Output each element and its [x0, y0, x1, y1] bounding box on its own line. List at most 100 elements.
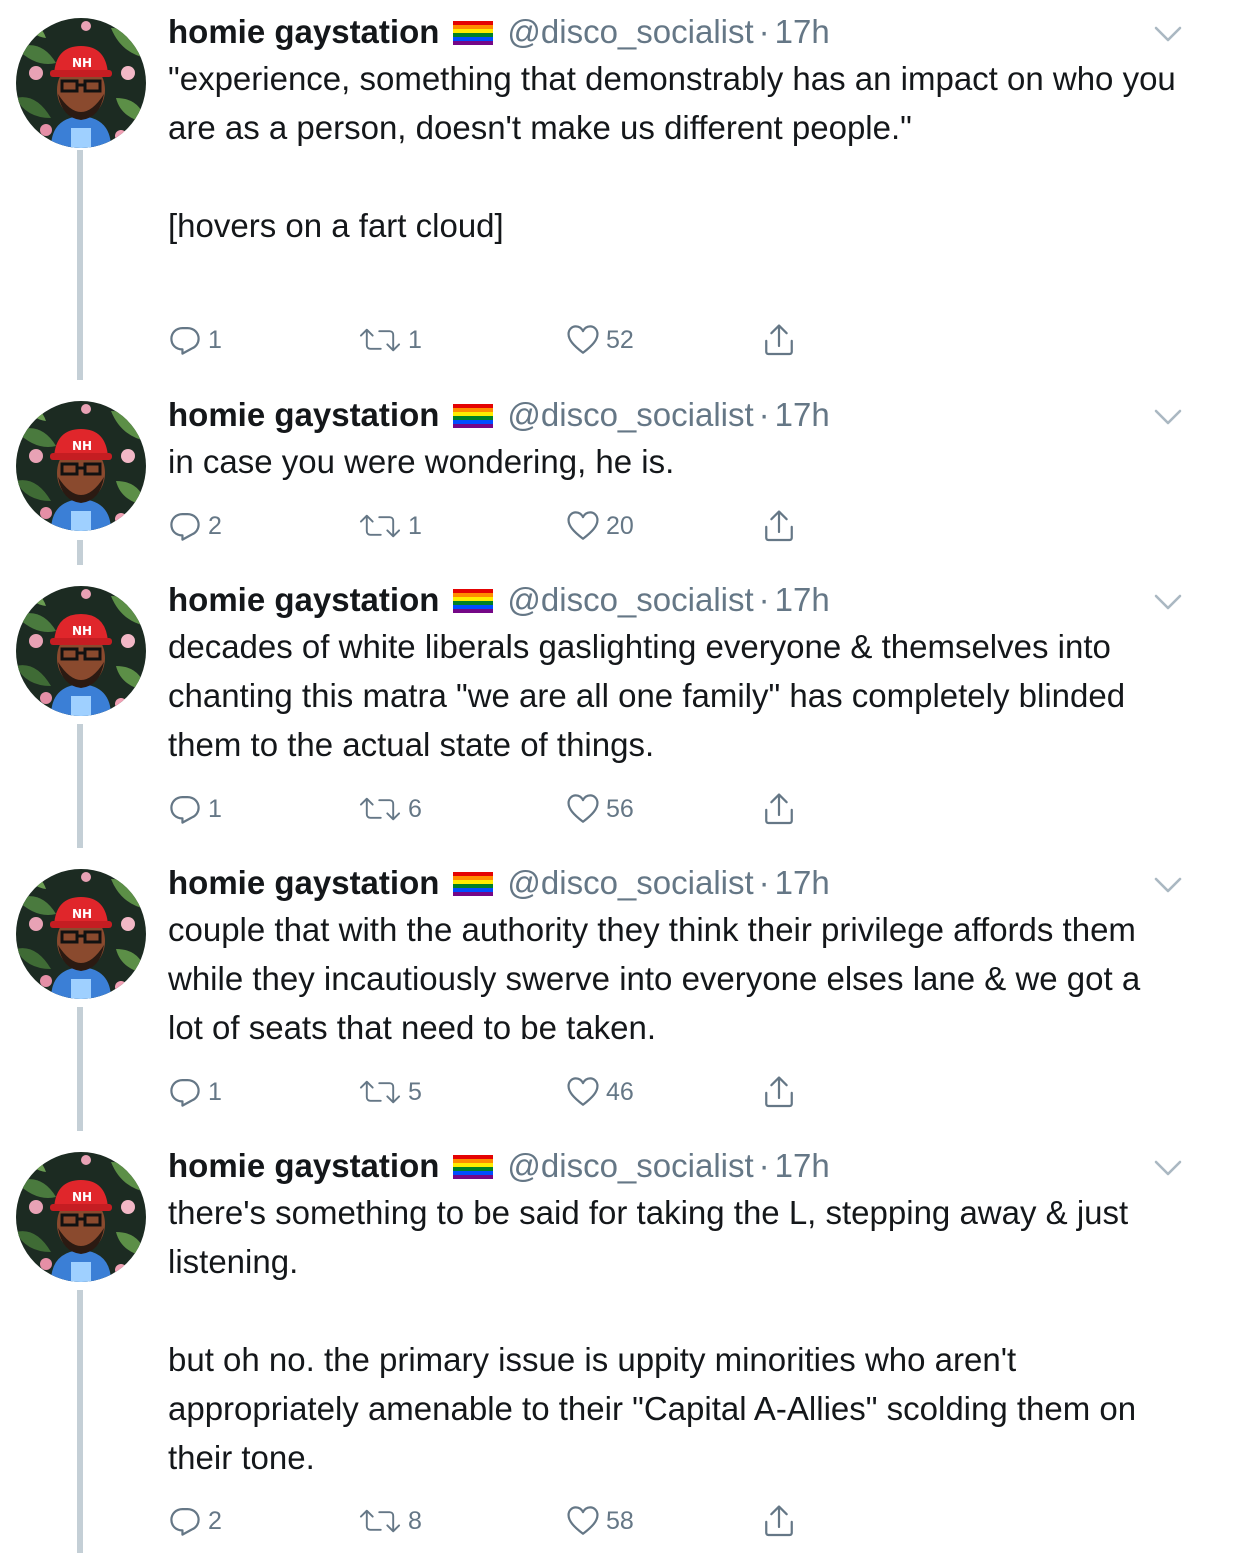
reply-count: 1: [208, 1077, 222, 1106]
tweet[interactable]: homie gaystation @disco_socialist · 17h "exp…: [0, 10, 1236, 380]
heart-icon: [566, 323, 600, 357]
separator-dot: ·: [758, 1147, 770, 1184]
avatar[interactable]: [16, 18, 146, 148]
like-button[interactable]: 58: [566, 1501, 634, 1541]
tweet-actions: 1 1 52: [168, 320, 808, 360]
timestamp[interactable]: 17h: [775, 1147, 830, 1185]
retweet-icon: [358, 1077, 402, 1107]
separator-dot: ·: [758, 864, 770, 901]
reply-count: 1: [208, 325, 222, 354]
reply-button[interactable]: 1: [168, 789, 222, 829]
tweet[interactable]: homie gaystation @disco_socialist · 17h in c…: [0, 393, 1236, 565]
avatar[interactable]: [16, 1152, 146, 1282]
display-name[interactable]: homie gaystation: [168, 396, 439, 434]
like-button[interactable]: 20: [566, 506, 634, 546]
reply-icon: [168, 509, 202, 543]
tweet-actions: 1 5 46: [168, 1072, 808, 1112]
separator-dot: ·: [758, 396, 770, 433]
display-name[interactable]: homie gaystation: [168, 1147, 439, 1185]
user-handle[interactable]: @disco_socialist: [507, 1147, 753, 1185]
rainbow-flag-icon: [453, 21, 493, 45]
chevron-down-icon[interactable]: [1152, 22, 1184, 46]
reply-button[interactable]: 2: [168, 1501, 222, 1541]
heart-icon: [566, 1075, 600, 1109]
retweet-icon: [358, 1506, 402, 1536]
rainbow-flag-icon: [453, 589, 493, 613]
like-button[interactable]: 56: [566, 789, 634, 829]
like-count: 56: [606, 794, 634, 823]
timestamp[interactable]: 17h: [775, 581, 830, 619]
share-button[interactable]: [762, 1072, 796, 1112]
timestamp[interactable]: 17h: [775, 864, 830, 902]
chevron-down-icon[interactable]: [1152, 1156, 1184, 1180]
display-name[interactable]: homie gaystation: [168, 581, 439, 619]
timestamp[interactable]: 17h: [775, 13, 830, 51]
share-button[interactable]: [762, 789, 796, 829]
avatar[interactable]: [16, 401, 146, 531]
reply-button[interactable]: 1: [168, 320, 222, 360]
rainbow-flag-icon: [453, 1155, 493, 1179]
chevron-down-icon[interactable]: [1152, 590, 1184, 614]
like-button[interactable]: 46: [566, 1072, 634, 1112]
like-count: 46: [606, 1077, 634, 1106]
retweet-button[interactable]: 1: [358, 506, 422, 546]
share-icon: [762, 322, 796, 358]
tweet-header: homie gaystation @disco_socialist · 17h: [168, 578, 830, 622]
like-count: 58: [606, 1506, 634, 1535]
retweet-button[interactable]: 8: [358, 1501, 422, 1541]
rainbow-flag-icon: [453, 872, 493, 896]
user-handle[interactable]: @disco_socialist: [507, 396, 753, 434]
user-handle[interactable]: @disco_socialist: [507, 581, 753, 619]
reply-count: 2: [208, 1506, 222, 1535]
tweet-text: decades of white liberals gaslighting ev…: [168, 628, 1135, 763]
retweet-icon: [358, 325, 402, 355]
user-handle[interactable]: @disco_socialist: [507, 864, 753, 902]
display-name[interactable]: homie gaystation: [168, 864, 439, 902]
like-count: 52: [606, 325, 634, 354]
user-handle[interactable]: @disco_socialist: [507, 13, 753, 51]
tweet-text: in case you were wondering, he is.: [168, 443, 675, 480]
tweet-actions: 2 1 20: [168, 506, 808, 546]
retweet-icon: [358, 511, 402, 541]
like-count: 20: [606, 511, 634, 540]
tweet-text: "experience, something that demonstrably…: [168, 60, 1176, 244]
rainbow-flag-icon: [453, 404, 493, 428]
reply-button[interactable]: 2: [168, 506, 222, 546]
retweet-count: 5: [408, 1077, 422, 1106]
retweet-icon: [358, 794, 402, 824]
tweet-text: couple that with the authority they thin…: [168, 911, 1150, 1046]
retweet-button[interactable]: 6: [358, 789, 422, 829]
avatar[interactable]: [16, 586, 146, 716]
reply-icon: [168, 323, 202, 357]
retweet-count: 1: [408, 511, 422, 540]
tweet[interactable]: homie gaystation @disco_socialist · 17h ther…: [0, 1144, 1236, 1553]
reply-button[interactable]: 1: [168, 1072, 222, 1112]
reply-icon: [168, 1504, 202, 1538]
share-button[interactable]: [762, 320, 796, 360]
thread-connector-line: [77, 1007, 83, 1131]
thread-connector-line: [77, 540, 83, 565]
tweet[interactable]: homie gaystation @disco_socialist · 17h coup…: [0, 861, 1236, 1131]
retweet-count: 8: [408, 1506, 422, 1535]
heart-icon: [566, 509, 600, 543]
tweet[interactable]: homie gaystation @disco_socialist · 17h deca…: [0, 578, 1236, 848]
retweet-button[interactable]: 1: [358, 320, 422, 360]
chevron-down-icon[interactable]: [1152, 873, 1184, 897]
share-button[interactable]: [762, 506, 796, 546]
tweet-header: homie gaystation @disco_socialist · 17h: [168, 393, 830, 437]
tweet-header: homie gaystation @disco_socialist · 17h: [168, 1144, 830, 1188]
display-name[interactable]: homie gaystation: [168, 13, 439, 51]
retweet-button[interactable]: 5: [358, 1072, 422, 1112]
chevron-down-icon[interactable]: [1152, 405, 1184, 429]
share-icon: [762, 1503, 796, 1539]
share-button[interactable]: [762, 1501, 796, 1541]
like-button[interactable]: 52: [566, 320, 634, 360]
timestamp[interactable]: 17h: [775, 396, 830, 434]
heart-icon: [566, 1504, 600, 1538]
avatar[interactable]: [16, 869, 146, 999]
reply-icon: [168, 792, 202, 826]
tweet-header: homie gaystation @disco_socialist · 17h: [168, 861, 830, 905]
heart-icon: [566, 792, 600, 826]
thread-connector-line: [77, 1290, 83, 1553]
share-icon: [762, 508, 796, 544]
